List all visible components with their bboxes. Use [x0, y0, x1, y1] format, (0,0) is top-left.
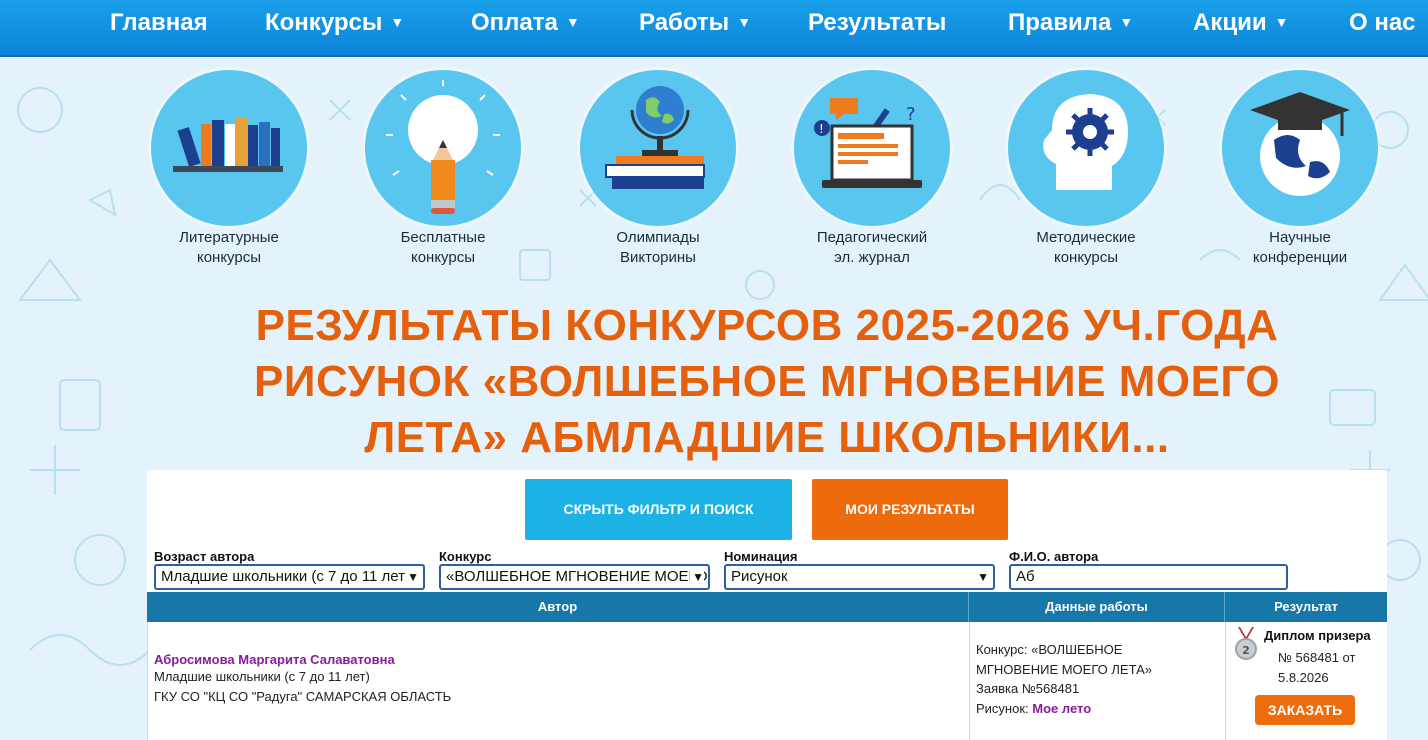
category-scientific-conferences[interactable]: Научные конференции	[1200, 70, 1400, 268]
chevron-down-icon: ▼	[737, 14, 752, 30]
category-free-contests[interactable]: Бесплатные конкурсы	[343, 70, 543, 268]
my-results-button[interactable]: МОИ РЕЗУЛЬТАТЫ	[812, 479, 1008, 540]
work-application: Заявка №568481	[976, 681, 1080, 696]
category-circle: ? !	[794, 70, 950, 226]
author-search-value: Аб	[1016, 568, 1035, 585]
table-row: Абросимова Маргарита Салаватовна Младшие…	[147, 622, 1387, 740]
pencil-icon	[386, 80, 500, 214]
category-olympiads[interactable]: Олимпиады Викторины	[558, 70, 758, 268]
category-label: Научные конференции	[1252, 229, 1348, 266]
laptop-icon: ? !	[814, 98, 922, 188]
author-filter-label: Ф.И.О. автора	[1009, 549, 1099, 564]
work-data-cell: Конкурс: «ВОЛШЕБНОЕ МГНОВЕНИЕ МОЕГО ЛЕТА…	[970, 622, 1226, 740]
author-age-group: Младшие школьники (с 7 до 11 лет)	[154, 669, 370, 684]
svg-text:!: !	[819, 122, 824, 136]
svg-text:?: ?	[906, 104, 916, 125]
nav-item-promotions[interactable]: Акции ▼	[1193, 8, 1288, 38]
nomination-filter-label: Номинация	[724, 549, 798, 564]
category-circle	[1008, 70, 1164, 226]
column-header-author: Автор	[147, 592, 969, 622]
nav-item-results[interactable]: Результаты	[808, 8, 946, 38]
chevron-down-icon: ▼	[565, 14, 580, 30]
chevron-down-icon: ▼	[1119, 14, 1134, 30]
category-label: Литературные конкурсы	[179, 229, 279, 266]
category-label: Бесплатные конкурсы	[400, 229, 486, 266]
column-header-work-data: Данные работы	[969, 592, 1225, 622]
nav-item-payment[interactable]: Оплата ▼	[471, 8, 580, 38]
nav-label: Работы	[639, 9, 730, 36]
nav-label: О нас	[1349, 9, 1416, 36]
author-organization: ГКУ СО "КЦ СО "Радуга" САМАРСКАЯ ОБЛАСТЬ	[154, 688, 452, 704]
author-cell: Абросимова Маргарита Салаватовна Младшие…	[148, 622, 970, 740]
category-label: Олимпиады Викторины	[616, 229, 700, 266]
category-label: Педагогический эл. журнал	[816, 229, 928, 266]
medal-icon: 2	[1235, 627, 1257, 660]
result-cell: 2 Диплом призера № 568481 от 5.8.2026 ЗА…	[1226, 622, 1388, 740]
chevron-down-icon: ▼	[1274, 14, 1289, 30]
author-search-input[interactable]: Аб	[1009, 564, 1288, 590]
nav-label: Результаты	[808, 9, 947, 36]
books-icon	[173, 118, 283, 172]
category-pedagogical-journal[interactable]: ? ! Педагогический эл. журнал	[772, 70, 972, 268]
nav-label: Акции	[1193, 9, 1267, 36]
top-navigation: Главная Конкурсы ▼ Оплата ▼ Работы ▼ Резуль…	[0, 0, 1428, 57]
work-type-label: Рисунок:	[976, 700, 1029, 716]
nav-item-works[interactable]: Работы ▼	[639, 8, 751, 38]
result-title: Диплом призера	[1264, 628, 1371, 643]
chevron-down-icon: ▼	[690, 566, 704, 588]
author-name-link[interactable]: Абросимова Маргарита Салаватовна	[154, 652, 954, 667]
graduation-globe-icon	[1250, 92, 1350, 196]
nav-label: Главная	[110, 9, 208, 36]
nomination-select[interactable]: Рисунок ▼	[724, 564, 995, 590]
category-circle	[365, 70, 521, 226]
category-literary-contests[interactable]: Литературные конкурсы	[129, 70, 329, 268]
order-button[interactable]: ЗАКАЗАТЬ	[1255, 695, 1355, 725]
age-select-value: Младшие школьники (с 7 до 11 лет)	[161, 568, 411, 585]
category-circle	[580, 70, 736, 226]
nav-item-contests[interactable]: Конкурсы ▼	[265, 8, 404, 38]
nav-label: Конкурсы	[265, 9, 383, 36]
category-circle	[1222, 70, 1378, 226]
nav-item-home[interactable]: Главная	[110, 8, 208, 38]
category-label: Методические конкурсы	[1036, 229, 1136, 266]
category-methodical-contests[interactable]: Методические конкурсы	[986, 70, 1186, 268]
nav-item-rules[interactable]: Правила ▼	[1008, 8, 1133, 38]
nav-label: Правила	[1008, 9, 1112, 36]
category-circle	[151, 70, 307, 226]
medal-place: 2	[1242, 644, 1250, 657]
chevron-down-icon: ▼	[405, 566, 419, 588]
page-title: РЕЗУЛЬТАТЫ КОНКУРСОВ 2025-2026 УЧ.ГОДА Р…	[253, 301, 1281, 462]
globe-icon	[605, 86, 705, 189]
nav-label: Оплата	[471, 9, 558, 36]
contest-select[interactable]: «ВОЛШЕБНОЕ МГНОВЕНИЕ МОЕГО ▼	[439, 564, 710, 590]
contest-filter-label: Конкурс	[439, 549, 492, 564]
work-entry: Рисунок: Мое лето	[976, 699, 1206, 719]
column-header-result: Результат	[1274, 599, 1338, 614]
nav-item-about[interactable]: О нас	[1349, 8, 1416, 38]
hide-filter-button[interactable]: СКРЫТЬ ФИЛЬТР И ПОИСК	[525, 479, 792, 540]
contest-select-value: «ВОЛШЕБНОЕ МГНОВЕНИЕ МОЕГО	[446, 568, 708, 585]
head-gear-icon	[1043, 94, 1128, 190]
work-contest: Конкурс: «ВОЛШЕБНОЕ МГНОВЕНИЕ МОЕГО ЛЕТА…	[976, 642, 1152, 677]
results-table-header: Автор Данные работы Результат	[147, 592, 1387, 622]
chevron-down-icon: ▼	[390, 14, 405, 30]
nomination-select-value: Рисунок	[731, 568, 788, 585]
result-number: № 568481 от	[1278, 650, 1356, 665]
chevron-down-icon: ▼	[975, 566, 989, 588]
work-title-link[interactable]: Мое лето	[1032, 701, 1091, 716]
age-filter-label: Возраст автора	[154, 549, 255, 564]
results-panel: СКРЫТЬ ФИЛЬТР И ПОИСК МОИ РЕЗУЛЬТАТЫ Воз…	[147, 470, 1387, 740]
age-select[interactable]: Младшие школьники (с 7 до 11 лет) ▼	[154, 564, 425, 590]
result-date: 5.8.2026	[1278, 670, 1329, 685]
